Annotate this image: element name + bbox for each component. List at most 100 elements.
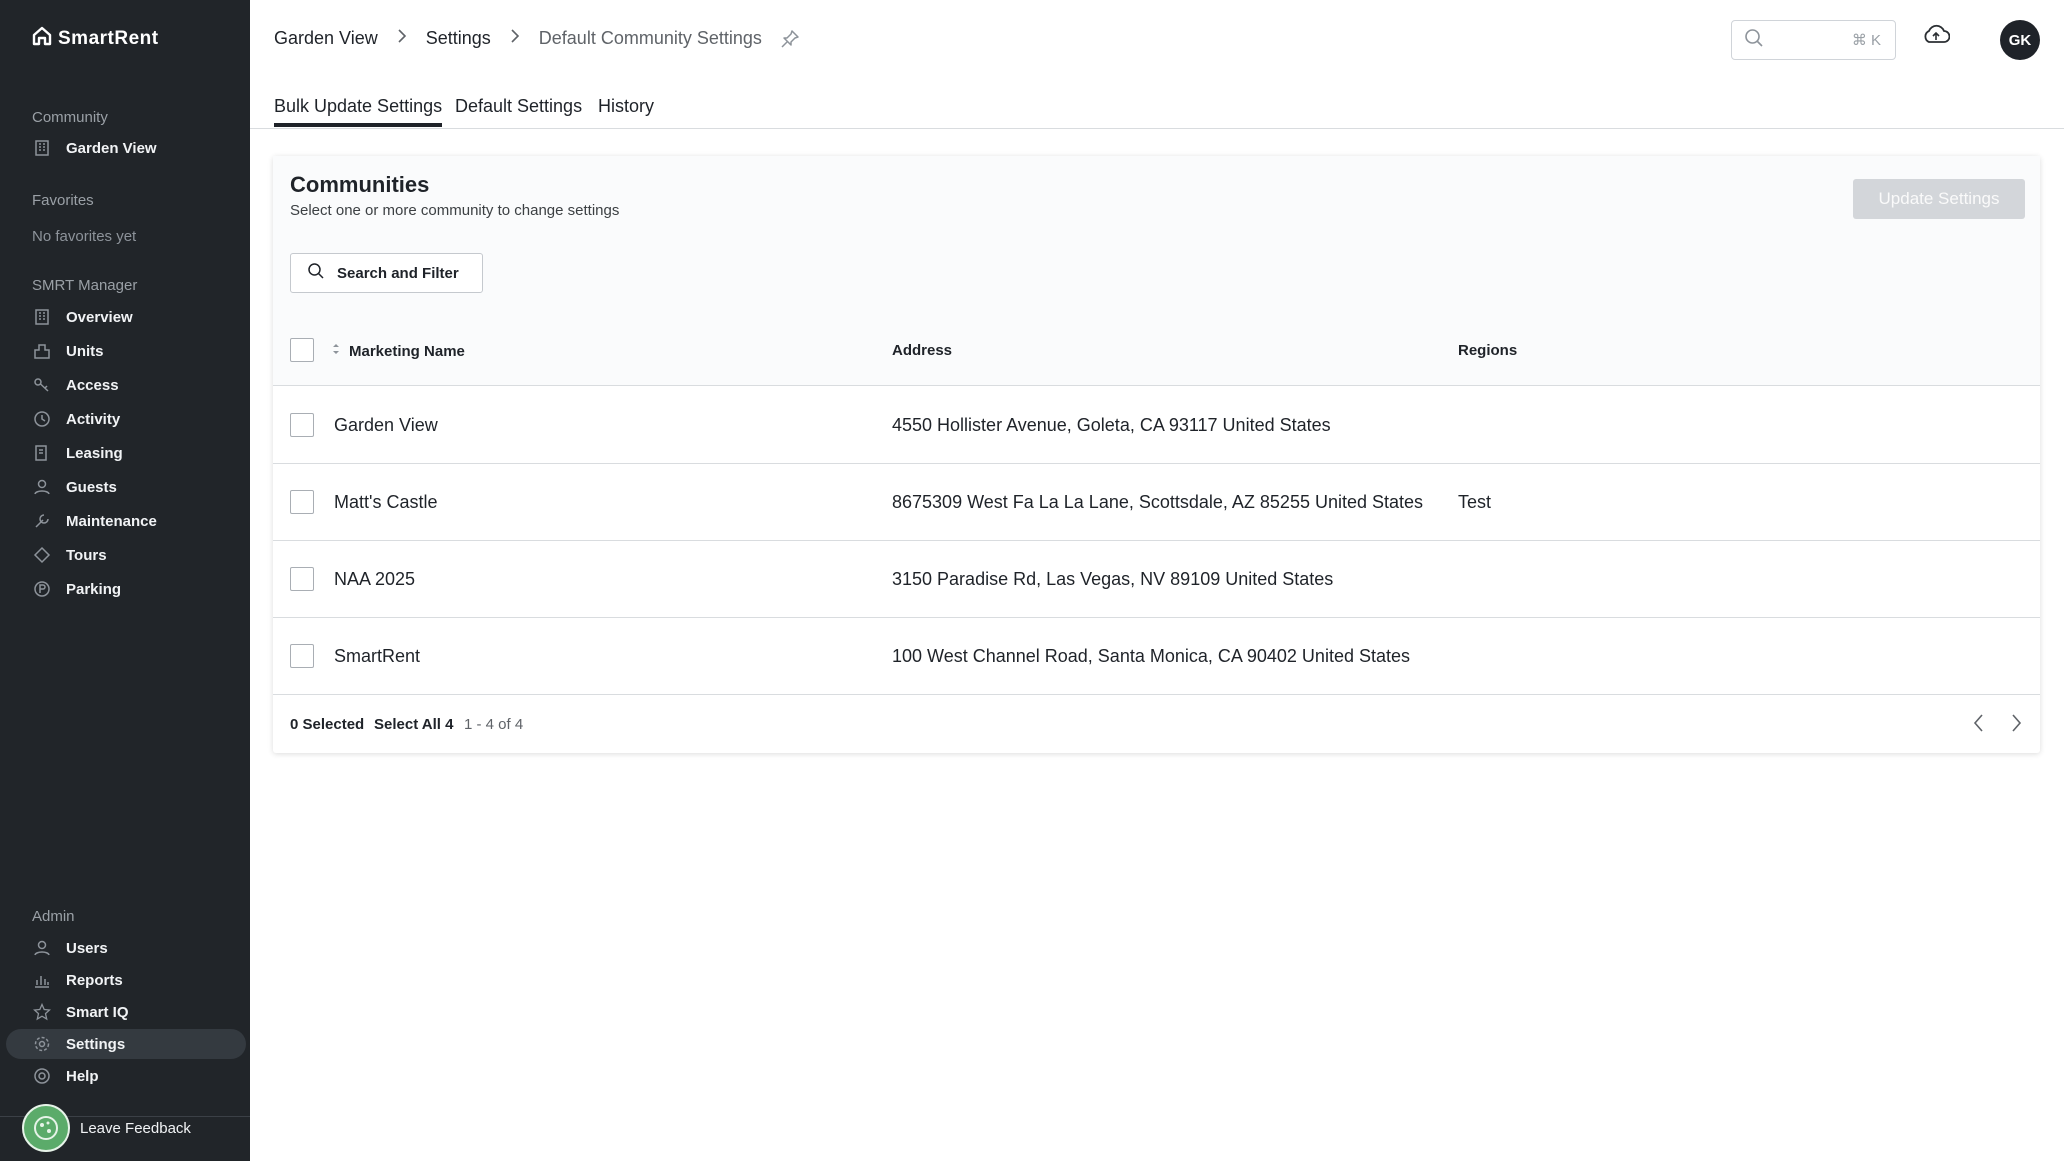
card-title: Communities xyxy=(290,172,430,197)
key-icon xyxy=(32,375,52,395)
reports-icon xyxy=(32,970,52,990)
sidebar-item-access[interactable]: Access xyxy=(32,370,119,400)
column-header-marketing-name[interactable]: Marketing Name xyxy=(331,342,465,360)
table-row[interactable]: Matt's Castle 8675309 West Fa La La Lane… xyxy=(273,464,2040,541)
communities-card: Communities Select one or more community… xyxy=(273,156,2040,753)
chevron-left-icon[interactable] xyxy=(1969,712,1989,734)
guests-icon xyxy=(32,477,52,497)
cookie-icon xyxy=(22,1104,70,1152)
admin-section-label: Admin xyxy=(32,908,75,925)
row-address: 4550 Hollister Avenue, Goleta, CA 93117 … xyxy=(892,415,1331,435)
sidebar-item-label: Help xyxy=(66,1067,99,1085)
smrt-manager-section-label: SMRT Manager xyxy=(32,277,138,294)
favorites-section-label: Favorites xyxy=(32,192,94,209)
selected-count: 0 Selected xyxy=(290,716,365,733)
search-and-filter-label: Search and Filter xyxy=(337,264,459,282)
community-section-label: Community xyxy=(32,109,108,126)
search-icon xyxy=(1744,28,1764,53)
card-subtitle: Select one or more community to change s… xyxy=(290,202,620,219)
table-row[interactable]: SmartRent 100 West Channel Road, Santa M… xyxy=(273,618,2040,695)
gear-icon xyxy=(32,1034,52,1054)
tours-icon xyxy=(32,545,52,565)
chevron-right-icon[interactable] xyxy=(2006,712,2026,734)
row-region: Test xyxy=(1458,492,1492,512)
row-address: 8675309 West Fa La La Lane, Scottsdale, … xyxy=(892,492,1424,512)
sidebar-item-users[interactable]: Users xyxy=(32,933,108,963)
building-icon xyxy=(32,138,52,158)
select-all-link[interactable]: Select All 4 xyxy=(374,716,453,733)
activity-icon xyxy=(32,409,52,429)
table-row[interactable]: Garden View 4550 Hollister Avenue, Golet… xyxy=(273,387,2040,464)
row-checkbox[interactable] xyxy=(290,413,314,437)
sidebar-item-tours[interactable]: Tours xyxy=(32,540,107,570)
sidebar-item-help[interactable]: Help xyxy=(32,1061,99,1091)
avatar[interactable]: GK xyxy=(2000,20,2040,60)
sidebar-item-parking[interactable]: Parking xyxy=(32,574,121,604)
search-icon xyxy=(307,262,325,284)
chevron-right-icon xyxy=(396,28,408,49)
sidebar-item-settings[interactable]: Settings xyxy=(6,1029,246,1059)
sidebar-item-label: Guests xyxy=(66,478,117,496)
sidebar-item-label: Leasing xyxy=(66,444,123,462)
breadcrumb-settings[interactable]: Settings xyxy=(426,28,491,49)
column-header-address: Address xyxy=(892,342,953,359)
sidebar-item-units[interactable]: Units xyxy=(32,336,104,366)
users-icon xyxy=(32,938,52,958)
row-marketing-name: NAA 2025 xyxy=(334,569,416,589)
cloud-sync-icon[interactable] xyxy=(1922,22,1951,53)
sidebar-item-label: Units xyxy=(66,342,104,360)
leave-feedback-button[interactable]: Leave Feedback xyxy=(22,1104,191,1152)
pagination-range: 1 - 4 of 4 xyxy=(464,716,524,733)
sort-icon xyxy=(331,342,341,360)
row-marketing-name: SmartRent xyxy=(334,646,421,666)
sidebar-item-overview[interactable]: Overview xyxy=(32,302,133,332)
sidebar-item-label: Tours xyxy=(66,546,107,564)
column-header-regions: Regions xyxy=(1458,342,1518,359)
pin-icon[interactable] xyxy=(780,29,800,49)
row-checkbox[interactable] xyxy=(290,567,314,591)
column-header-label: Marketing Name xyxy=(349,342,465,360)
tab-bulk-update-settings[interactable]: Bulk Update Settings xyxy=(274,96,443,127)
units-icon xyxy=(32,341,52,361)
sidebar-item-guests[interactable]: Guests xyxy=(32,472,117,502)
search-and-filter-button[interactable]: Search and Filter xyxy=(290,253,483,293)
leasing-icon xyxy=(32,443,52,463)
sidebar-item-reports[interactable]: Reports xyxy=(32,965,123,995)
table-row[interactable]: NAA 2025 3150 Paradise Rd, Las Vegas, NV… xyxy=(273,541,2040,618)
row-address: 3150 Paradise Rd, Las Vegas, NV 89109 Un… xyxy=(892,569,1334,589)
row-marketing-name: Matt's Castle xyxy=(334,492,438,512)
update-settings-button[interactable]: Update Settings xyxy=(1853,179,2025,219)
tab-default-settings[interactable]: Default Settings xyxy=(455,96,582,127)
sidebar-item-label: Reports xyxy=(66,971,123,989)
sidebar-item-label: Activity xyxy=(66,410,121,428)
brand-name: SmartRent xyxy=(58,27,159,49)
smartrent-logo[interactable]: SmartRent xyxy=(32,26,159,51)
sidebar-item-leasing[interactable]: Leasing xyxy=(32,438,123,468)
sidebar-item-community[interactable]: Garden View xyxy=(32,133,157,163)
row-checkbox[interactable] xyxy=(290,644,314,668)
sidebar-item-label: Maintenance xyxy=(66,512,157,530)
star-icon xyxy=(32,1002,52,1022)
row-checkbox[interactable] xyxy=(290,490,314,514)
global-search-input[interactable]: ⌘ K xyxy=(1731,20,1896,60)
tab-bar: Bulk Update Settings Default Settings Hi… xyxy=(250,92,2064,129)
breadcrumb-current: Default Community Settings xyxy=(538,28,762,48)
leave-feedback-label: Leave Feedback xyxy=(80,1119,191,1137)
card-header: Communities Select one or more community… xyxy=(273,156,2040,386)
building-icon xyxy=(32,307,52,327)
favorites-empty-text: No favorites yet xyxy=(32,228,137,245)
chevron-right-icon xyxy=(509,28,521,49)
sidebar-item-label: Smart IQ xyxy=(66,1003,129,1021)
sidebar-item-activity[interactable]: Activity xyxy=(32,404,120,434)
select-all-checkbox[interactable] xyxy=(290,338,314,362)
breadcrumb: Garden View Settings Default Community S… xyxy=(274,28,800,49)
sidebar-item-smart-iq[interactable]: Smart IQ xyxy=(32,997,129,1027)
sidebar-item-maintenance[interactable]: Maintenance xyxy=(32,506,157,536)
sidebar-item-label: Settings xyxy=(66,1035,126,1053)
search-shortcut: ⌘ K xyxy=(1851,32,1881,49)
parking-icon xyxy=(32,579,52,599)
sidebar-item-label: Parking xyxy=(66,580,122,598)
tab-history[interactable]: History xyxy=(598,96,654,127)
help-icon xyxy=(32,1066,52,1086)
breadcrumb-community[interactable]: Garden View xyxy=(274,28,378,49)
